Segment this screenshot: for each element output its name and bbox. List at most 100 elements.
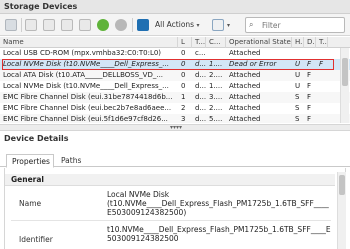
details-scrollbar[interactable] xyxy=(337,172,346,249)
type-cell: d... xyxy=(195,71,206,79)
device-details-title: Device Details xyxy=(4,134,69,143)
column-header-capacity[interactable]: C... xyxy=(206,37,226,48)
device-name: EMC Fibre Channel Disk (eui.31be7874418d… xyxy=(3,93,173,101)
value-line: E503009124382500) xyxy=(107,208,187,217)
panel-title: Storage Devices xyxy=(0,0,350,14)
drive-type-cell: F xyxy=(307,71,312,79)
drive-type-cell: F xyxy=(307,104,312,112)
hw-accel-cell: U xyxy=(295,71,301,79)
device-name: Local USB CD-ROM (mpx.vmhba32:C0:T0:L0) xyxy=(3,49,162,57)
column-header-hardware-acceleration[interactable]: H... xyxy=(292,37,304,48)
type-cell: d... xyxy=(195,93,206,101)
refresh-icon[interactable] xyxy=(5,19,17,31)
lun-cell: 3 xyxy=(181,115,186,123)
filter-input[interactable] xyxy=(260,19,342,31)
capacity-cell: 1.... xyxy=(209,82,223,90)
column-header-operational-state[interactable]: Operational State xyxy=(226,37,292,48)
drive-type-cell xyxy=(304,48,316,59)
prop-value-name: Local NVMe Disk (t10.NVMe____Dell_Expres… xyxy=(107,190,329,217)
value-line: (t10.NVMe____Dell_Express_Flash_PM1725b_… xyxy=(107,199,329,208)
storage-devices-grid: Name L T... C... Operational State H... … xyxy=(0,37,350,123)
table-row-selected[interactable]: Local NVMe Disk (t10.NVMe____Dell_Expres… xyxy=(0,59,350,70)
filter-field[interactable]: ⌕ xyxy=(245,17,345,33)
state-cell: Attached xyxy=(229,93,261,101)
divider xyxy=(11,220,331,221)
lun-cell: 1 xyxy=(181,93,186,101)
export-caret-icon[interactable]: ▾ xyxy=(227,22,230,29)
type-cell: d... xyxy=(195,115,206,123)
search-icon: ⌕ xyxy=(249,20,254,29)
toolbar: All Actions ▾ ▾ ⌕ xyxy=(0,14,350,36)
value-line: Local NVMe Disk xyxy=(107,190,170,199)
type-cell: d... xyxy=(195,82,206,90)
rescan-storage-icon[interactable] xyxy=(25,19,37,31)
tab-paths[interactable]: Paths xyxy=(56,154,86,168)
column-header-lun[interactable]: L xyxy=(178,37,192,48)
state-cell: Attached xyxy=(229,115,261,123)
scrollbar-thumb[interactable] xyxy=(342,58,348,86)
table-row[interactable]: Local USB CD-ROM (mpx.vmhba32:C0:T0:L0) … xyxy=(0,48,350,59)
table-row[interactable]: EMC Fibre Channel Disk (eui.bec2b7e8ad6a… xyxy=(0,103,350,114)
device-name: Local NVMe Disk (t10.NVMe____Dell_Expres… xyxy=(3,82,169,90)
capacity-cell: 2.... xyxy=(209,71,223,79)
rename-icon[interactable] xyxy=(79,19,91,31)
grid-header: Name L T... C... Operational State H... … xyxy=(0,37,350,48)
transport-cell xyxy=(316,48,328,59)
splitter-grip-icon[interactable]: ▾▾▾▾ xyxy=(170,125,182,131)
state-cell: Attached xyxy=(229,49,261,57)
capacity-cell: 2.... xyxy=(209,104,223,112)
value-line: 503009124382500 xyxy=(107,234,179,243)
table-row[interactable]: EMC Fibre Channel Disk (eui.31be7874418d… xyxy=(0,92,350,103)
toolbar-separator xyxy=(21,18,22,32)
hw-accel-cell xyxy=(292,48,304,59)
prop-value-identifier: t10.NVMe____Dell_Express_Flash_PM1725b_1… xyxy=(107,225,331,243)
toolbar-separator xyxy=(132,18,133,32)
table-row[interactable]: Local NVMe Disk (t10.NVMe____Dell_Expres… xyxy=(0,81,350,92)
selection-highlight xyxy=(2,59,334,70)
lun-cell: 0 xyxy=(181,49,186,57)
mark-flash-icon[interactable] xyxy=(137,19,149,31)
turn-on-led-icon[interactable] xyxy=(97,19,109,31)
detach-icon[interactable] xyxy=(43,19,55,31)
type-cell: d... xyxy=(195,104,206,112)
turn-off-led-icon[interactable] xyxy=(115,19,127,31)
column-header-drive-type[interactable]: D... xyxy=(304,37,316,48)
column-header-extra[interactable] xyxy=(328,37,340,48)
drive-type-cell: F xyxy=(307,82,312,90)
details-tabs: Properties Paths xyxy=(0,151,350,168)
export-icon[interactable] xyxy=(212,19,224,31)
lun-cell: 0 xyxy=(181,82,186,90)
column-header-transport[interactable]: T... xyxy=(316,37,328,48)
drive-type-cell: F xyxy=(307,93,312,101)
hw-accel-cell: S xyxy=(295,104,300,112)
attach-icon[interactable] xyxy=(61,19,73,31)
grid-scrollbar[interactable] xyxy=(340,48,349,123)
device-name: EMC Fibre Channel Disk (eui.bec2b7e8ad6a… xyxy=(3,104,172,112)
capacity-cell: 3.... xyxy=(209,93,223,101)
capacity-cell xyxy=(206,48,226,59)
scrollbar-thumb[interactable] xyxy=(339,175,345,195)
drive-type-cell: F xyxy=(307,115,312,123)
type-cell: c... xyxy=(195,49,206,57)
state-cell: Attached xyxy=(229,104,261,112)
table-row[interactable]: EMC Fibre Channel Disk (eui.5f1d6e97cf8d… xyxy=(0,114,350,123)
capacity-cell: 5.... xyxy=(209,115,223,123)
panel-splitter[interactable]: ▾▾▾▾ xyxy=(0,124,350,131)
prop-label-name: Name xyxy=(19,199,42,208)
column-header-name[interactable]: Name xyxy=(0,37,178,48)
section-general-header[interactable]: General xyxy=(5,174,335,186)
device-name: EMC Fibre Channel Disk (eui.5f1d6e97cf8d… xyxy=(3,115,168,123)
hw-accel-cell: S xyxy=(295,115,300,123)
all-actions-menu[interactable]: All Actions ▾ xyxy=(155,20,200,29)
state-cell: Attached xyxy=(229,71,261,79)
value-line: t10.NVMe____Dell_Express_Flash_PM1725b_1… xyxy=(107,225,331,234)
tab-properties[interactable]: Properties xyxy=(6,154,54,168)
prop-label-identifier: Identifier xyxy=(19,235,53,244)
lun-cell: 2 xyxy=(181,104,186,112)
hw-accel-cell: S xyxy=(295,93,300,101)
column-header-type[interactable]: T... xyxy=(192,37,206,48)
table-row[interactable]: Local ATA Disk (t10.ATA_____DELLBOSS_VD_… xyxy=(0,70,350,81)
properties-panel: General Name Local NVMe Disk (t10.NVMe__… xyxy=(4,168,346,249)
hw-accel-cell: U xyxy=(295,82,301,90)
device-name: Local ATA Disk (t10.ATA_____DELLBOSS_VD_… xyxy=(3,71,164,79)
